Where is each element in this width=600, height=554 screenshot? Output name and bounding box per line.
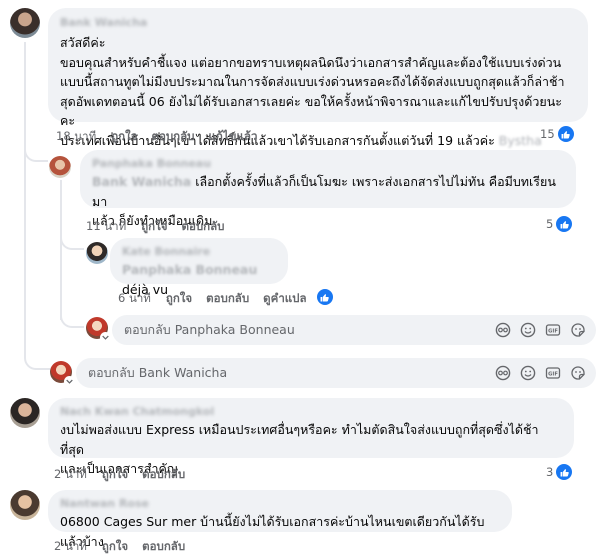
reaction-count[interactable]: 5	[546, 216, 573, 232]
reply-input[interactable]: ตอบกลับ Panphaka Bonneau GIF	[112, 315, 596, 345]
comment-bubble: Panphaka Bonneau Bank Wanicha เลือกตั้งค…	[80, 150, 576, 228]
avatar[interactable]	[86, 242, 108, 264]
mention-tag[interactable]: Panphaka Bonneau	[122, 262, 257, 277]
like-button[interactable]: ถูกใจ	[102, 466, 128, 484]
thumbs-up-icon	[556, 464, 573, 480]
like-button[interactable]: ถูกใจ	[166, 290, 192, 308]
thread-line	[24, 42, 26, 358]
comment-bubble: Bank Wanicha สวัสดีค่ะ ขอบคุณสำหรับคำชี้…	[48, 8, 588, 148]
reply-button[interactable]: ตอบกลับ	[181, 218, 224, 236]
chevron-down-icon[interactable]	[64, 376, 75, 387]
thread-connector	[60, 236, 84, 250]
comment-author[interactable]: Nach Kwan Chatmongkol	[60, 404, 562, 419]
comment-time[interactable]: 11 นาที	[86, 218, 126, 236]
thread-connector	[24, 146, 48, 162]
reply-button[interactable]: ตอบกลับ	[206, 290, 249, 308]
comment-time[interactable]: 2 นาที	[54, 466, 87, 484]
avatar-sticker-icon[interactable]	[495, 365, 511, 381]
comment-author[interactable]: Nantwan Rose	[60, 496, 500, 511]
reply-input[interactable]: ตอบกลับ Bank Wanicha GIF	[76, 358, 596, 388]
thumbs-up-icon	[556, 216, 573, 232]
reaction-count[interactable]: 15	[540, 126, 574, 142]
chevron-down-icon[interactable]	[100, 332, 111, 343]
comment-time[interactable]: 2 นาที	[54, 538, 87, 554]
gif-icon[interactable]: GIF	[545, 365, 561, 381]
comment-bubble: Nach Kwan Chatmongkol งบไม่พอส่งแบบ Expr…	[48, 398, 574, 476]
like-button[interactable]: ถูกใจ	[102, 538, 128, 554]
reply-button[interactable]: ตอบกลับ	[142, 466, 185, 484]
composer-icons: GIF	[495, 322, 586, 338]
svg-text:GIF: GIF	[548, 371, 558, 377]
emoji-icon[interactable]	[520, 365, 536, 381]
thread-connector	[24, 354, 50, 370]
reply-button[interactable]: ตอบกลับ	[151, 128, 194, 146]
reaction-count[interactable]: 3	[546, 464, 573, 480]
comment-time[interactable]: 6 นาที	[118, 290, 151, 308]
mention-tag[interactable]: Bank Wanicha	[92, 174, 191, 189]
comment-actions: 2 นาที ถูกใจ ตอบกลับ	[54, 538, 199, 554]
svg-text:GIF: GIF	[548, 328, 558, 334]
sticker-icon[interactable]	[570, 365, 586, 381]
avatar-sticker-icon[interactable]	[495, 322, 511, 338]
edited-label[interactable]: แก้ไขแล้ว	[208, 128, 257, 146]
comment-author[interactable]: Panphaka Bonneau	[92, 156, 564, 171]
avatar[interactable]	[10, 8, 40, 38]
avatar[interactable]	[49, 156, 71, 178]
thumbs-up-icon[interactable]	[316, 289, 333, 305]
comment-actions: 6 นาที ถูกใจ ตอบกลับ ดูคำแปล	[118, 289, 347, 308]
comment-bubble: Kate Bonnaire Panphaka Bonneau déjà vu	[110, 238, 288, 297]
thumbs-up-icon	[557, 126, 574, 142]
comment-time[interactable]: 18 นาที	[56, 128, 96, 146]
emoji-icon[interactable]	[520, 322, 536, 338]
comment-actions: 11 นาที ถูกใจ ตอบกลับ	[86, 218, 238, 236]
avatar[interactable]	[10, 490, 40, 520]
reply-button[interactable]: ตอบกลับ	[142, 538, 185, 554]
see-translation-button[interactable]: ดูคำแปล	[263, 290, 306, 308]
comment-author[interactable]: Kate Bonnaire	[122, 244, 276, 259]
comment-author[interactable]: Bank Wanicha	[60, 15, 576, 30]
comment-actions: 18 นาที ถูกใจ ตอบกลับ แก้ไขแล้ว	[56, 128, 271, 146]
like-button[interactable]: ถูกใจ	[141, 218, 167, 236]
comment-bubble: Nantwan Rose 06800 Cages Sur mer บ้านนี้…	[48, 490, 512, 549]
like-button[interactable]: ถูกใจ	[111, 128, 137, 146]
sticker-icon[interactable]	[570, 322, 586, 338]
thread-line	[60, 180, 62, 320]
thread-connector	[60, 314, 84, 328]
gif-icon[interactable]: GIF	[545, 322, 561, 338]
composer-icons: GIF	[495, 365, 586, 381]
avatar[interactable]	[10, 398, 40, 428]
mention-tag[interactable]: Bystha	[499, 133, 542, 148]
comment-actions: 2 นาที ถูกใจ ตอบกลับ	[54, 466, 199, 484]
